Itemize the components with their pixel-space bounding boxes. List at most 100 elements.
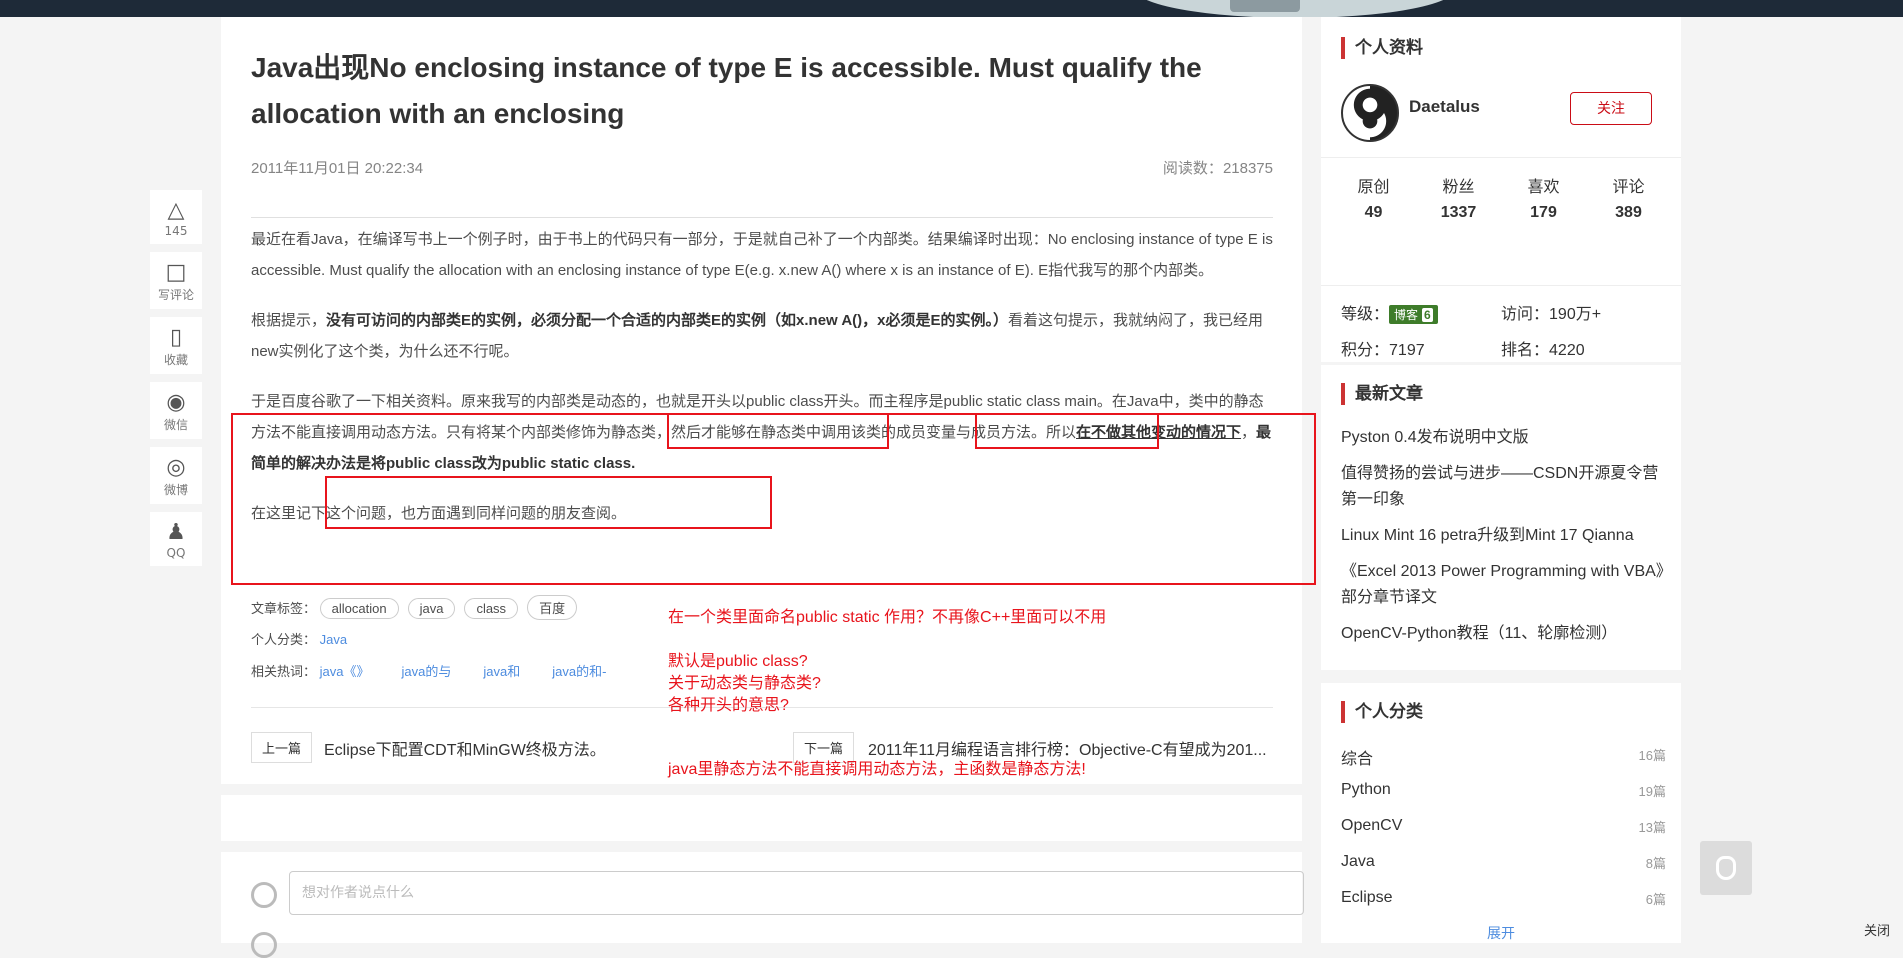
qq-label: QQ [166, 546, 186, 560]
annotation-note-4: 各种开头的意思? [668, 697, 789, 714]
weibo-icon: ◎ [166, 455, 186, 480]
points-label: 积分： [1341, 342, 1390, 359]
latest-article-link[interactable]: Pyston 0.4发布说明中文版 [1341, 425, 1666, 451]
article-meta: 2011年11月01日 20:22:34 阅读数：218375 [251, 157, 1273, 218]
visits-label: 访问： [1501, 306, 1550, 323]
category-item[interactable]: Java 8篇 [1341, 853, 1666, 889]
rank-info: 排名：4220 [1501, 336, 1585, 360]
category-item[interactable]: Eclipse 6篇 [1341, 889, 1666, 909]
hotword-link[interactable]: java的与 [402, 664, 452, 679]
bookmark-label: 收藏 [163, 353, 188, 367]
stats-row: 原创 49 粉丝 1337 喜欢 179 评论 389 [1321, 175, 1681, 225]
stat-original[interactable]: 原创 49 [1331, 175, 1416, 225]
bookmark-icon: ▯ [169, 325, 183, 350]
annotation-box-public-static [975, 413, 1159, 449]
categories-section-title: 个人分类 [1341, 701, 1423, 723]
stat-likes[interactable]: 喜欢 179 [1501, 175, 1586, 225]
prev-article-button[interactable]: 上一篇 [251, 732, 313, 763]
annotation-note-5: java里静态方法不能直接调用动态方法，主函数是静态方法! [668, 761, 1086, 778]
next-article-title[interactable]: 2011年11月编程语言排行榜：Objective-C有望成为201... [868, 736, 1267, 760]
category-count: 19篇 [1638, 784, 1666, 799]
close-button[interactable]: 关闭 [1864, 920, 1890, 939]
follow-button[interactable]: 关注 [1570, 92, 1652, 125]
tag-item[interactable]: 百度 [527, 595, 578, 620]
categories-card: 个人分类 综合 16篇 Python 19篇 OpenCV 13篇 Java 8篇 Ec… [1321, 683, 1681, 943]
comment-icon: □ [165, 260, 187, 285]
wechat-icon: ◉ [166, 390, 186, 415]
tag-item[interactable]: java [407, 598, 456, 619]
category-name: Python [1341, 781, 1391, 798]
hotwords-label: 相关热词： [251, 664, 317, 679]
level-info: 等级： 博客 6 [1341, 300, 1438, 325]
stat-value: 1337 [1440, 204, 1477, 221]
tags-label: 文章标签： [251, 601, 317, 616]
category-name: OpenCV [1341, 817, 1403, 834]
latest-section-title: 最新文章 [1341, 383, 1423, 405]
p2-bold: 没有可访问的内部类E的实例，必须分配一个合适的内部类E的实例（如x.new A(… [326, 312, 1008, 329]
category-item[interactable]: 综合 16篇 [1341, 745, 1666, 781]
category-link[interactable]: Java [320, 632, 347, 647]
profile-card: 个人资料 Daetalus 关注 [1321, 17, 1681, 157]
qq-icon: ♟ [166, 520, 186, 545]
points-info: 积分：7197 [1341, 336, 1425, 360]
level-badge-text: 博客 [1394, 308, 1419, 323]
paragraph-2: 根据提示，没有可访问的内部类E的实例，必须分配一个合适的内部类E的实例（如x.n… [251, 305, 1273, 367]
latest-article-link[interactable]: OpenCV-Python教程（11、轮廓检测） [1341, 621, 1666, 647]
level-label: 等级： [1341, 306, 1390, 323]
article-title: Java出现No enclosing instance of type E is… [251, 52, 1202, 129]
thumb-up-icon: △ [167, 198, 185, 223]
hotword-link[interactable]: java《》 [320, 664, 370, 679]
stat-comments[interactable]: 评论 389 [1586, 175, 1671, 225]
stat-value: 179 [1530, 204, 1557, 221]
author-avatar[interactable] [1341, 84, 1399, 142]
category-count: 16篇 [1638, 748, 1666, 763]
paragraph-1: 最近在看Java，在编译写书上一个例子时，由于书上的代码只有一部分，于是就自己补… [251, 231, 1273, 279]
visits-value: 190万+ [1549, 306, 1602, 323]
wechat-label: 微信 [163, 418, 188, 432]
level-badge: 博客 6 [1389, 305, 1438, 325]
latest-article-link[interactable]: 值得赞扬的尝试与进步——CSDN开源夏令营第一印象 [1341, 461, 1666, 513]
latest-articles-card: 最新文章 Pyston 0.4发布说明中文版 值得赞扬的尝试与进步——CSDN开… [1321, 365, 1681, 670]
share-wechat-button[interactable]: ◉ 微信 [150, 382, 202, 439]
annotation-note-2: 默认是public class? [668, 653, 808, 670]
tag-item[interactable]: allocation [319, 598, 399, 619]
banner-decoration-2 [1230, 0, 1300, 12]
points-value: 7197 [1389, 342, 1425, 359]
latest-article-link[interactable]: 《Excel 2013 Power Programming with VBA》部… [1341, 559, 1666, 611]
like-button[interactable]: △ 145 [150, 190, 202, 244]
share-weibo-button[interactable]: ◎ 微博 [150, 447, 202, 504]
latest-article-link[interactable]: Linux Mint 16 petra升级到Mint 17 Qianna [1341, 523, 1666, 549]
annotation-box-solution [325, 476, 772, 529]
category-label: 个人分类： [251, 632, 317, 647]
rank-label: 排名： [1501, 342, 1550, 359]
stat-value: 389 [1615, 204, 1642, 221]
hotword-link[interactable]: java的和- [552, 664, 606, 679]
stat-fans[interactable]: 粉丝 1337 [1416, 175, 1501, 225]
hotword-link[interactable]: java和 [483, 664, 520, 679]
stat-label: 粉丝 [1442, 179, 1475, 196]
share-qq-button[interactable]: ♟ QQ [150, 512, 202, 566]
write-comment-button[interactable]: □ 写评论 [150, 252, 202, 309]
comment-input[interactable]: 想对作者说点什么 [289, 871, 1304, 915]
categories-list: 综合 16篇 Python 19篇 OpenCV 13篇 Java 8篇 Eclipse… [1341, 745, 1666, 909]
read-count-value: 218375 [1222, 160, 1273, 177]
bookmark-button[interactable]: ▯ 收藏 [150, 317, 202, 374]
category-item[interactable]: Python 19篇 [1341, 781, 1666, 817]
report-shield-button[interactable] [1700, 841, 1752, 895]
profile-section-title: 个人资料 [1341, 37, 1423, 59]
author-name[interactable]: Daetalus [1409, 97, 1480, 117]
recommend-strip [221, 795, 1302, 841]
write-comment-label: 写评论 [157, 288, 194, 302]
tag-item[interactable]: class [464, 598, 519, 619]
expand-categories-button[interactable]: 展开 [1321, 923, 1681, 943]
category-count: 6篇 [1645, 892, 1666, 907]
category-name: Eclipse [1341, 889, 1393, 906]
category-item[interactable]: OpenCV 13篇 [1341, 817, 1666, 853]
category-name: 综合 [1341, 751, 1374, 768]
p2-text-a: 根据提示， [251, 312, 327, 329]
prev-article-title[interactable]: Eclipse下配置CDT和MinGW终极方法。 [324, 736, 606, 760]
category-name: Java [1341, 853, 1375, 870]
user-avatar-icon [251, 882, 277, 908]
annotation-note-1: 在一个类里面命名public static 作用？不再像C++里面可以不用 [668, 609, 1107, 626]
category-count: 8篇 [1645, 856, 1666, 871]
